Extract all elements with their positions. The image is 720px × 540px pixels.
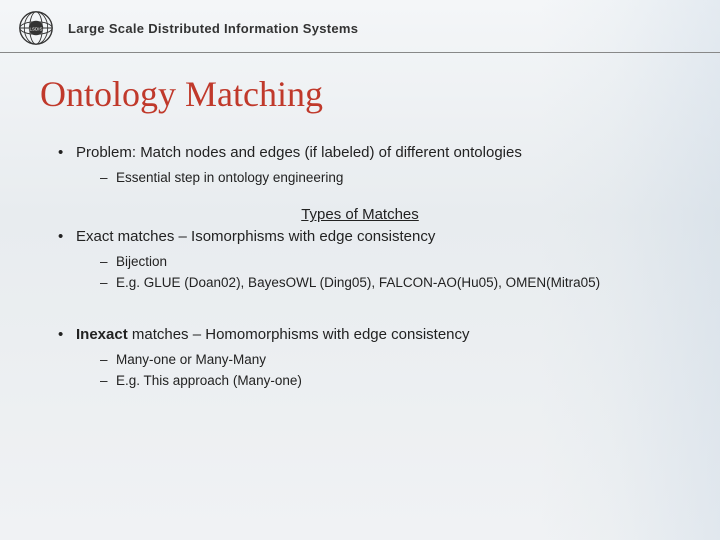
- slide-content: Ontology Matching Problem: Match nodes a…: [0, 53, 720, 391]
- svg-text:LSDIS: LSDIS: [29, 27, 42, 32]
- sub-bullet-list: Many-one or Many-Many E.g. This approach…: [76, 351, 680, 391]
- bullet-list: Exact matches – Isomorphisms with edge c…: [40, 227, 680, 293]
- sub-bullet-item: Essential step in ontology engineering: [100, 169, 680, 188]
- bullet-item: Inexact matches – Homomorphisms with edg…: [58, 325, 680, 391]
- bullet-list: Problem: Match nodes and edges (if label…: [40, 143, 680, 188]
- bullet-list: Inexact matches – Homomorphisms with edg…: [40, 325, 680, 391]
- slide-header: LSDIS Large Scale Distributed Informatio…: [0, 0, 720, 53]
- bullet-text: Problem: Match nodes and edges (if label…: [76, 144, 522, 161]
- sub-bullet-list: Bijection E.g. GLUE (Doan02), BayesOWL (…: [76, 253, 680, 293]
- sub-bullet-item: Bijection: [100, 253, 680, 272]
- sub-bullet-list: Essential step in ontology engineering: [76, 169, 680, 188]
- bullet-item: Problem: Match nodes and edges (if label…: [58, 143, 680, 188]
- slide-title: Ontology Matching: [40, 73, 680, 115]
- bullet-emphasis: Inexact: [76, 326, 128, 343]
- bullet-text: matches – Homomorphisms with edge consis…: [128, 326, 470, 343]
- header-org-text: Large Scale Distributed Information Syst…: [68, 21, 358, 36]
- bullet-item: Exact matches – Isomorphisms with edge c…: [58, 227, 680, 293]
- sub-bullet-item: E.g. GLUE (Doan02), BayesOWL (Ding05), F…: [100, 274, 680, 293]
- sub-bullet-item: E.g. This approach (Many-one): [100, 372, 680, 391]
- bullet-text: Exact matches – Isomorphisms with edge c…: [76, 228, 435, 245]
- section-heading: Types of Matches: [40, 206, 680, 223]
- sub-bullet-item: Many-one or Many-Many: [100, 351, 680, 370]
- org-logo-icon: LSDIS: [18, 10, 54, 46]
